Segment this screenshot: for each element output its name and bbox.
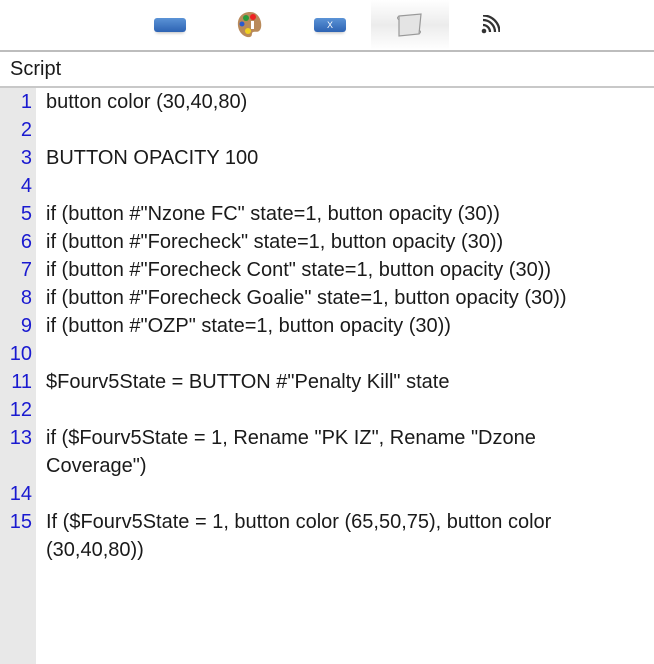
line-number: 13	[9, 427, 32, 449]
code-line[interactable]: 14	[0, 480, 654, 508]
line-text[interactable]	[46, 396, 644, 424]
button-x-tool[interactable]: X	[291, 0, 369, 50]
line-text[interactable]	[46, 480, 644, 508]
line-number: 8	[20, 287, 32, 309]
line-text[interactable]	[46, 172, 644, 200]
button-icon	[154, 18, 186, 32]
palette-tool[interactable]	[211, 0, 289, 50]
code-line[interactable]: 13 if ($Fourv5State = 1, Rename "PK IZ", …	[0, 424, 654, 480]
code-line[interactable]: 7 if (button #"Forecheck Cont" state=1, b…	[0, 256, 654, 284]
line-text[interactable]: button color (30,40,80)	[46, 88, 644, 116]
line-text[interactable]: BUTTON OPACITY 100	[46, 144, 644, 172]
code-line[interactable]: 9 if (button #"OZP" state=1, button opaci…	[0, 312, 654, 340]
toolbar: X	[0, 0, 654, 52]
line-text[interactable]: $Fourv5State = BUTTON #"Penalty Kill" st…	[46, 368, 644, 396]
code-line[interactable]: 3 BUTTON OPACITY 100	[0, 144, 654, 172]
line-number: 1	[20, 91, 32, 113]
line-number: 7	[20, 259, 32, 281]
line-text[interactable]: if ($Fourv5State = 1, Rename "PK IZ", Re…	[46, 424, 644, 480]
line-number: 12	[9, 399, 32, 421]
button-x-icon: X	[314, 18, 346, 32]
line-number: 6	[20, 231, 32, 253]
line-number: 9	[20, 315, 32, 337]
rss-tool[interactable]	[451, 0, 529, 50]
line-text[interactable]: if (button #"Nzone FC" state=1, button o…	[46, 200, 644, 228]
line-text[interactable]: if (button #"Forecheck Cont" state=1, bu…	[46, 256, 644, 284]
script-editor[interactable]: 1 button color (30,40,80) 2 3 BUTTON OPACITY…	[0, 88, 654, 664]
code-line[interactable]: 5 if (button #"Nzone FC" state=1, button …	[0, 200, 654, 228]
code-line[interactable]: 15 If ($Fourv5State = 1, button color (65…	[0, 508, 654, 564]
line-number: 3	[20, 147, 32, 169]
palette-icon	[237, 12, 262, 38]
script-scroll-icon	[397, 13, 422, 37]
code-line[interactable]: 2	[0, 116, 654, 144]
code-line[interactable]: 8 if (button #"Forecheck Goalie" state=1,…	[0, 284, 654, 312]
line-number: 2	[20, 119, 32, 141]
line-text[interactable]: if (button #"OZP" state=1, button opacit…	[46, 312, 644, 340]
rss-feed-icon	[481, 15, 500, 34]
script-tool[interactable]	[371, 0, 449, 50]
line-number: 10	[9, 343, 32, 365]
code-line[interactable]: 11 $Fourv5State = BUTTON #"Penalty Kill" …	[0, 368, 654, 396]
line-number: 4	[20, 175, 32, 197]
line-number: 11	[11, 371, 32, 393]
line-text[interactable]	[46, 116, 644, 144]
code-line[interactable]: 12	[0, 396, 654, 424]
line-text[interactable]: if (button #"Forecheck Goalie" state=1, …	[46, 284, 644, 312]
line-text[interactable]: If ($Fourv5State = 1, button color (65,5…	[46, 508, 644, 564]
line-number: 14	[9, 483, 32, 505]
code-line[interactable]: 6 if (button #"Forecheck" state=1, button…	[0, 228, 654, 256]
code-line[interactable]: 10	[0, 340, 654, 368]
panel-title: Script	[0, 52, 654, 88]
line-text[interactable]: if (button #"Forecheck" state=1, button …	[46, 228, 644, 256]
line-number: 15	[9, 511, 32, 533]
code-line[interactable]: 4	[0, 172, 654, 200]
line-text[interactable]	[46, 340, 644, 368]
code-line[interactable]: 1 button color (30,40,80)	[0, 88, 654, 116]
button-tool[interactable]	[131, 0, 209, 50]
line-number: 5	[20, 203, 32, 225]
